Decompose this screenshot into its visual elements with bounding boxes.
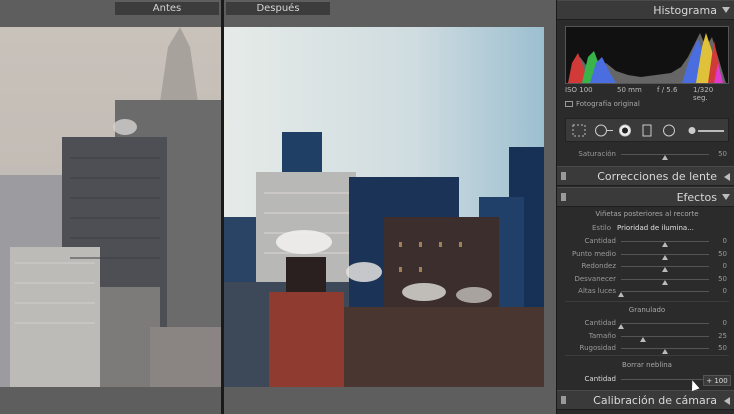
histogram-graph [565,26,729,84]
vignette-slider[interactable] [621,278,709,285]
grain-value: 0 [722,319,727,327]
vignette-title: Viñetas posteriores al recorte [595,210,699,218]
effects-title: Efectos [676,191,717,204]
vignette-slider[interactable] [618,291,709,297]
grain-slider[interactable] [621,348,709,354]
vignette-value: 0 [722,237,727,245]
develop-panel: Histograma ISO 100 50 mm f / 5.6 1/320 s… [556,0,734,414]
saturation-row[interactable]: Saturación 50 [565,150,729,160]
dehaze-value-field[interactable]: + 100 [703,375,731,386]
saturation-value: 50 [718,150,727,158]
vignette-row[interactable]: Altas luces 0 [565,287,729,297]
vignette-label: Desvanecer [574,274,616,283]
original-photo-label: Fotografía original [576,100,640,108]
grain-value: 25 [718,331,727,340]
vignette-label: Redondez [581,262,616,270]
effects-header[interactable]: Efectos [557,187,734,207]
grain-label: Rugosidad [579,344,616,352]
red-eye-icon[interactable] [618,124,632,137]
vignette-slider[interactable] [621,253,709,260]
camera-calibration-header[interactable]: Calibración de cámara [557,390,734,410]
adjustment-brush-icon[interactable] [686,124,726,137]
radial-filter-icon[interactable] [662,124,676,137]
section-toggle-icon[interactable] [561,193,566,201]
original-photo-checkbox[interactable] [565,101,573,107]
vignette-value: 0 [722,262,727,270]
original-photo-toggle[interactable]: Fotografía original [565,100,640,108]
after-label: Después [226,2,330,15]
vignette-value: 50 [718,249,727,258]
grain-row[interactable]: Rugosidad 50 [565,344,729,354]
grain-slider[interactable] [618,323,709,329]
histogram-title: Histograma [653,4,717,17]
collapse-triangle-icon[interactable] [722,194,730,200]
slider-knob[interactable] [618,292,624,297]
grain-slider[interactable] [621,335,709,342]
style-select[interactable]: Prioridad de ilumina... [617,223,709,234]
aperture: f / 5.6 [657,86,678,94]
dehaze-title: Borrar neblina [622,361,672,369]
vignette-label: Altas luces [578,287,616,295]
saturation-slider[interactable] [621,154,709,160]
slider-knob[interactable] [662,279,668,285]
before-image [0,27,221,387]
style-label: Estilo [592,224,611,232]
lens-corrections-header[interactable]: Correcciones de lente [557,166,734,186]
histogram-header[interactable]: Histograma [557,0,734,20]
slider-knob[interactable] [662,349,668,354]
saturation-label: Saturación [578,150,616,158]
vignette-value: 50 [718,274,727,283]
focal-length: 50 mm [617,86,642,94]
slider-knob[interactable] [662,267,668,272]
vignette-label: Cantidad [584,237,616,245]
section-toggle-icon[interactable] [561,396,566,404]
grain-label: Cantidad [584,319,616,327]
vignette-label: Punto medio [571,249,616,258]
graduated-filter-icon[interactable] [642,124,652,137]
grain-row[interactable]: Tamaño 25 [565,332,729,342]
vignette-row[interactable]: Cantidad 0 [565,237,729,247]
dehaze-amount-label: Cantidad [584,375,616,383]
section-toggle-icon[interactable] [561,172,566,180]
slider-knob[interactable] [662,155,668,160]
image-viewer: Antes Después [0,0,556,414]
iso-value: ISO 100 [565,86,593,94]
slider-knob[interactable] [662,242,668,247]
tool-strip [565,118,729,142]
vignette-slider[interactable] [621,266,709,272]
vignette-row[interactable]: Punto medio 50 [565,250,729,260]
vignette-slider[interactable] [621,241,709,247]
crop-overlay-icon[interactable] [572,124,586,137]
shutter-speed: 1/320 seg. [693,86,714,102]
after-image [224,27,544,387]
slider-knob[interactable] [640,336,646,342]
grain-value: 50 [718,344,727,352]
divider [565,301,729,302]
vignette-row[interactable]: Redondez 0 [565,262,729,272]
vignette-row[interactable]: Desvanecer 50 [565,275,729,285]
collapse-triangle-icon[interactable] [722,7,730,13]
before-label: Antes [115,2,219,15]
divider [565,355,729,356]
grain-title: Granulado [628,306,666,314]
expand-triangle-icon[interactable] [724,173,730,181]
expand-triangle-icon[interactable] [724,397,730,405]
camera-calibration-title: Calibración de cámara [593,394,717,407]
slider-knob[interactable] [662,254,668,260]
slider-knob[interactable] [618,324,624,329]
grain-row[interactable]: Cantidad 0 [565,319,729,329]
lens-corrections-title: Correcciones de lente [597,170,717,183]
vignette-value: 0 [722,287,727,295]
spot-removal-icon[interactable] [594,124,614,137]
grain-label: Tamaño [588,331,616,340]
